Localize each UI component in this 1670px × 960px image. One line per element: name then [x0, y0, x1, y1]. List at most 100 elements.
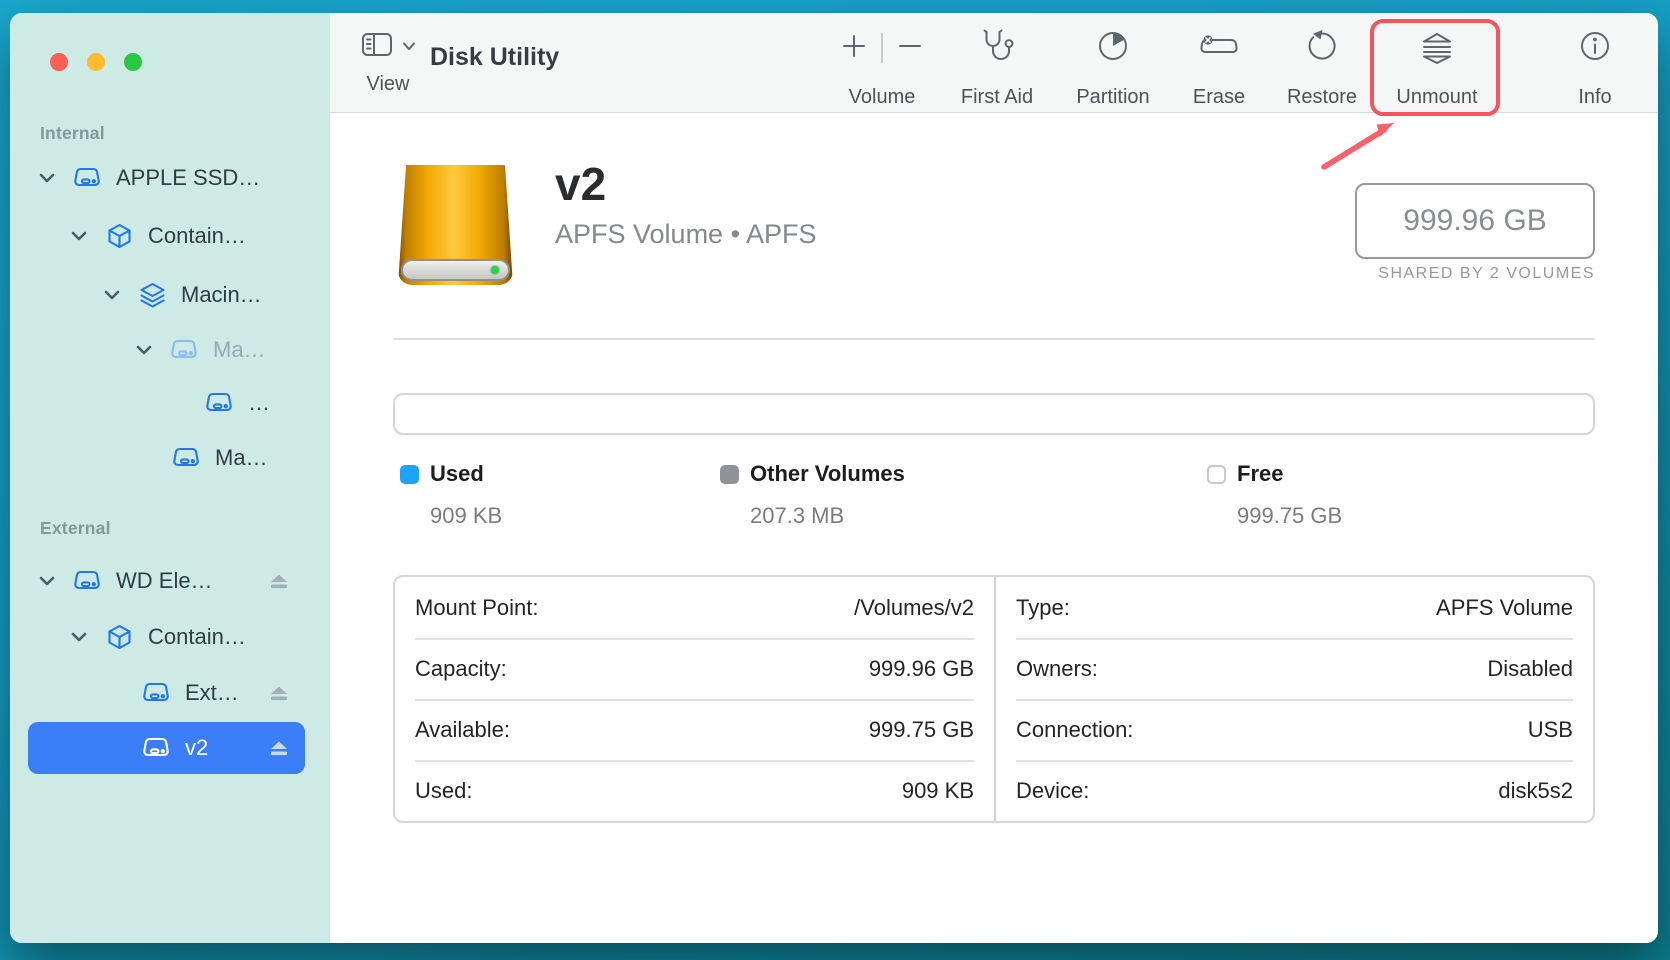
close-button[interactable] — [50, 53, 68, 71]
legend-used: Used 909 KB — [400, 461, 502, 529]
free-value: 999.75 GB — [1237, 503, 1342, 529]
disk-utility-window: Internal APPLE SSD… Contain… Macin… Ma… … — [10, 13, 1658, 943]
disk-icon — [140, 736, 172, 760]
sidebar-panel-icon — [361, 31, 393, 63]
info-icon — [1578, 29, 1612, 68]
detail-label: Mount Point: — [415, 595, 539, 621]
chevron-down-icon — [402, 38, 416, 56]
volume-subtitle: APFS Volume • APFS — [555, 219, 817, 250]
sidebar-item-label: … — [248, 390, 270, 416]
sidebar-item-v2-selected[interactable]: v2 — [28, 722, 305, 774]
free-label: Free — [1237, 461, 1283, 487]
disk-icon — [140, 681, 172, 705]
sidebar-item-label: APPLE SSD… — [116, 165, 260, 191]
eject-icon[interactable] — [269, 685, 289, 702]
table-row: Type:APFS Volume — [996, 577, 1593, 638]
container-box-icon — [103, 624, 135, 650]
sidebar-item-label: Contain… — [148, 223, 246, 249]
sidebar-item-label: Ma… — [215, 445, 268, 471]
sidebar-item-macintosh-hd-faded[interactable]: Ma… — [28, 324, 305, 376]
details-table: Mount Point: /Volumes/v2 Capacity:999.96 … — [393, 575, 1595, 823]
sidebar-item-container-external[interactable]: Contain… — [28, 611, 305, 663]
info-label: Info — [1578, 86, 1611, 109]
container-box-icon — [103, 223, 135, 249]
erase-button[interactable]: Erase — [1174, 27, 1264, 109]
info-button[interactable]: Info — [1555, 27, 1635, 109]
shared-volumes-note: SHARED BY 2 VOLUMES — [1378, 265, 1595, 283]
legend-other-volumes: Other Volumes 207.3 MB — [720, 461, 905, 529]
minimize-button[interactable] — [87, 53, 105, 71]
volume-label: Volume — [849, 86, 916, 109]
chevron-down-icon[interactable] — [132, 344, 156, 356]
disk-icon — [71, 166, 103, 190]
table-row: Mount Point: /Volumes/v2 — [395, 577, 994, 638]
sidebar-item-macintosh-hd-group[interactable]: Macin… — [28, 269, 305, 321]
sidebar-item-label: Contain… — [148, 624, 246, 650]
drive-led-indicator — [491, 266, 499, 274]
section-divider — [393, 338, 1595, 340]
chevron-down-icon[interactable] — [67, 230, 91, 242]
sidebar-item-wd-elements[interactable]: WD Ele… — [28, 555, 305, 607]
content-pane: View Disk Utility Volume First Aid Parti… — [330, 13, 1658, 943]
volume-detail-pane: v2 APFS Volume • APFS 999.96 GB SHARED B… — [330, 113, 1658, 943]
other-volumes-value: 207.3 MB — [750, 503, 905, 529]
detail-value: 999.75 GB — [869, 717, 974, 743]
detail-label: Device: — [1016, 778, 1089, 804]
table-row: Available:999.75 GB — [395, 699, 994, 760]
table-row: Device:disk5s2 — [996, 760, 1593, 821]
chevron-down-icon[interactable] — [35, 172, 59, 184]
erase-disk-icon — [1199, 30, 1239, 67]
sidebar-item-ext-volume[interactable]: Ext… — [28, 667, 305, 719]
volume-layers-icon — [136, 282, 168, 308]
sidebar-section-internal: Internal — [40, 123, 105, 144]
detail-label: Type: — [1016, 595, 1070, 621]
view-button[interactable]: View — [348, 29, 428, 96]
sidebar-item-label: Macin… — [181, 282, 262, 308]
annotation-highlight-box — [1370, 19, 1500, 116]
detail-value: /Volumes/v2 — [854, 595, 974, 621]
table-row: Used:909 KB — [395, 760, 994, 821]
external-drive-image — [398, 165, 513, 285]
sidebar-item-label: Ma… — [213, 337, 266, 363]
restore-button[interactable]: Restore — [1272, 27, 1372, 109]
zoom-button[interactable] — [124, 53, 142, 71]
stethoscope-icon — [978, 28, 1016, 69]
remove-volume-button[interactable] — [897, 33, 923, 64]
restore-undo-icon — [1305, 29, 1339, 68]
sidebar-item-apple-ssd[interactable]: APPLE SSD… — [28, 152, 305, 204]
window-title: Disk Utility — [430, 43, 559, 72]
table-row: Owners: Disabled — [996, 638, 1593, 699]
sidebar: Internal APPLE SSD… Contain… Macin… Ma… … — [10, 13, 330, 943]
used-value: 909 KB — [430, 503, 502, 529]
disk-icon — [170, 446, 202, 470]
add-volume-button[interactable] — [841, 33, 867, 64]
partition-button[interactable]: Partition — [1063, 27, 1163, 109]
erase-label: Erase — [1193, 86, 1245, 109]
table-row: Connection:USB — [996, 699, 1593, 760]
detail-label: Owners: — [1016, 656, 1098, 682]
chevron-down-icon[interactable] — [35, 575, 59, 587]
legend-free: Free 999.75 GB — [1207, 461, 1342, 529]
eject-icon[interactable] — [269, 740, 289, 757]
other-volumes-swatch — [720, 465, 739, 484]
first-aid-button[interactable]: First Aid — [942, 27, 1052, 109]
traffic-lights — [50, 53, 142, 71]
table-row: Capacity:999.96 GB — [395, 638, 994, 699]
details-right-column: Type:APFS Volume Owners: Disabled Connect… — [994, 577, 1593, 821]
sidebar-item-snapshot[interactable]: … — [28, 377, 305, 429]
details-left-column: Mount Point: /Volumes/v2 Capacity:999.96 … — [395, 577, 994, 821]
detail-value: Disabled — [1487, 656, 1573, 682]
chevron-down-icon[interactable] — [67, 631, 91, 643]
chevron-down-icon[interactable] — [100, 289, 124, 301]
disk-icon — [168, 338, 200, 362]
detail-label: Used: — [415, 778, 472, 804]
sidebar-section-external: External — [40, 518, 111, 539]
eject-icon[interactable] — [269, 573, 289, 590]
storage-usage-bar — [393, 393, 1595, 435]
partition-label: Partition — [1076, 86, 1149, 109]
sidebar-item-label: WD Ele… — [116, 568, 213, 594]
restore-label: Restore — [1287, 86, 1357, 109]
sidebar-item-macintosh-data[interactable]: Ma… — [28, 432, 305, 484]
sidebar-item-container-internal[interactable]: Contain… — [28, 210, 305, 262]
used-swatch — [400, 465, 419, 484]
